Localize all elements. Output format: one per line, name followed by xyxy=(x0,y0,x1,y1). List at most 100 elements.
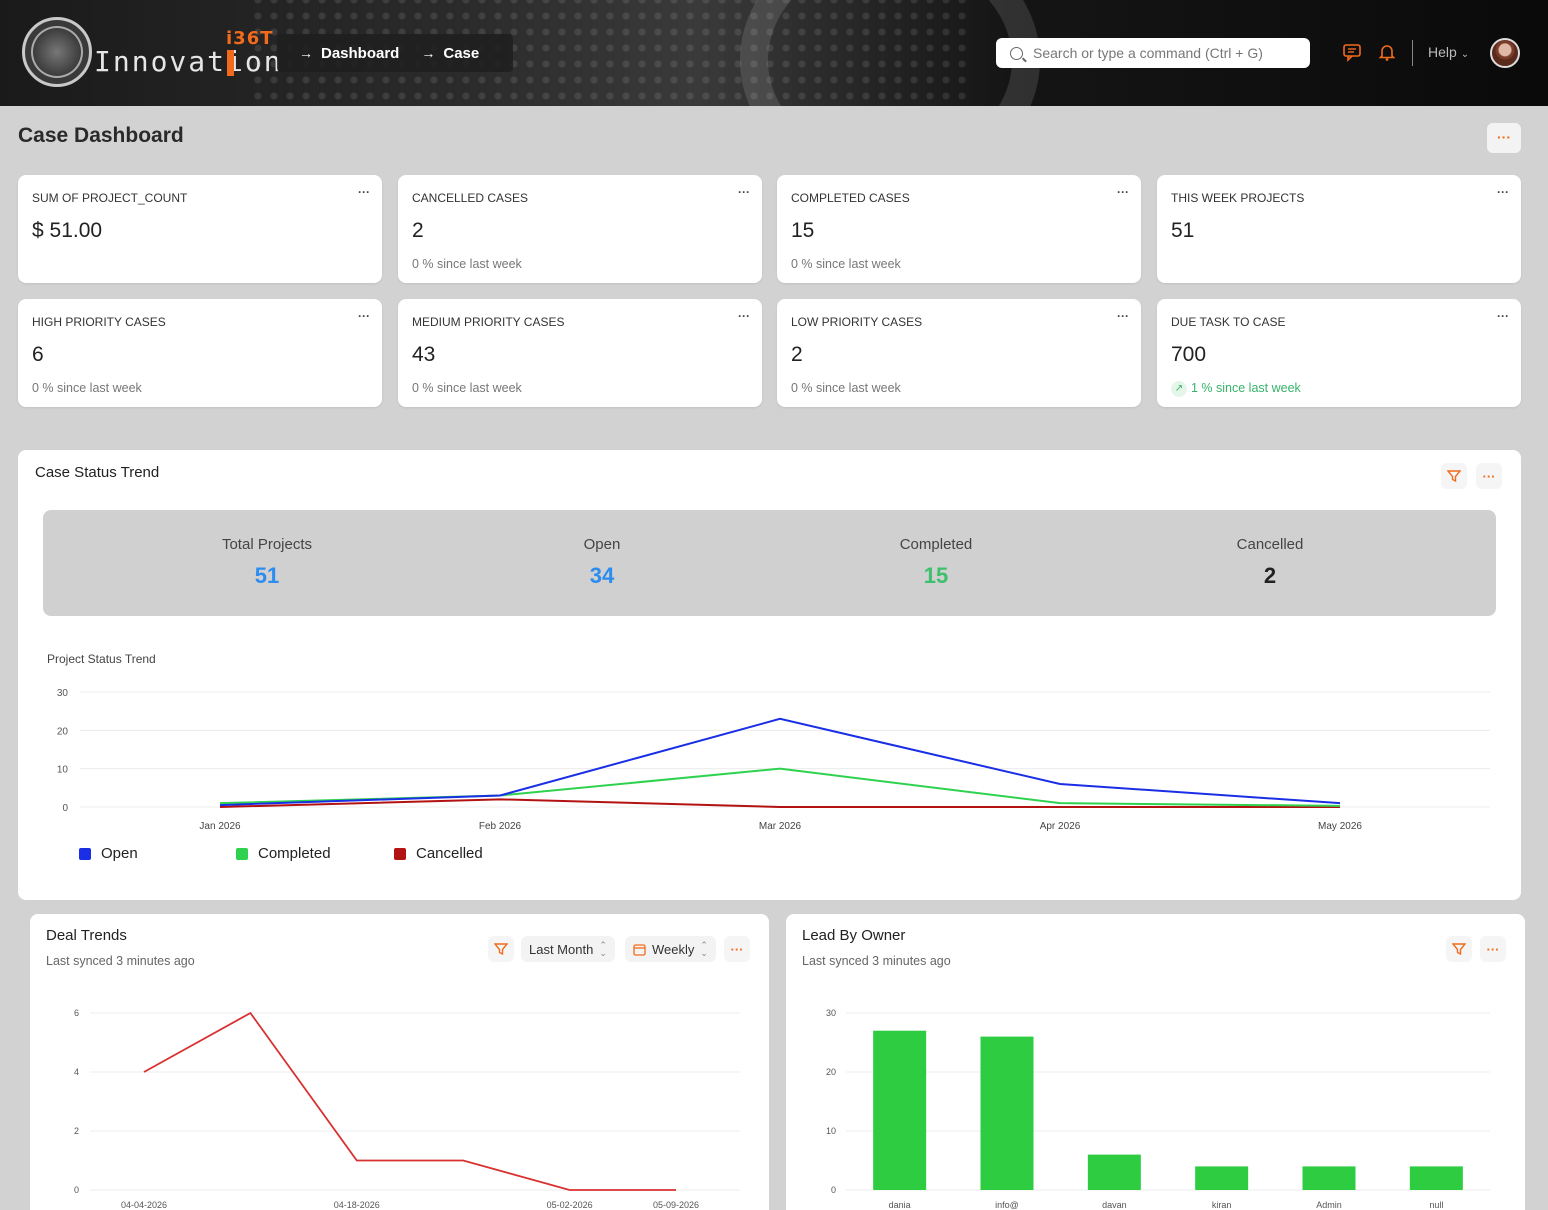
kpi-delta-text: 1 % since last week xyxy=(1191,381,1301,395)
page-title: Case Dashboard xyxy=(18,124,184,147)
bar-info@ xyxy=(980,1036,1034,1190)
kpi-delta: ↗ 1 % since last week xyxy=(1171,381,1301,397)
legend-cancelled[interactable]: Cancelled xyxy=(394,845,483,862)
filter-button[interactable] xyxy=(488,936,514,962)
y-tick-label: 10 xyxy=(57,765,69,776)
kpi-delta: 0 % since last week xyxy=(32,381,142,395)
breadcrumb-case[interactable]: → Case xyxy=(421,45,479,62)
granularity-select-value: Weekly xyxy=(652,941,695,957)
kpi-card-completed: COMPLETED CASES ··· 15 0 % since last we… xyxy=(777,175,1141,283)
trend-up-icon: ↗ xyxy=(1171,381,1187,397)
search-icon xyxy=(1010,46,1023,60)
avatar[interactable] xyxy=(1490,38,1520,68)
more-icon[interactable]: ··· xyxy=(738,185,750,199)
more-icon[interactable]: ··· xyxy=(1117,185,1129,199)
more-icon[interactable]: ··· xyxy=(738,309,750,323)
kpi-title: DUE TASK TO CASE xyxy=(1171,315,1286,329)
more-icon[interactable]: ··· xyxy=(358,185,370,199)
breadcrumb-label: Case xyxy=(443,44,480,62)
arrow-right-icon: → xyxy=(421,45,436,61)
lead-by-owner-subtitle: Last synced 3 minutes ago xyxy=(802,954,951,968)
help-menu[interactable]: Help ⌄ xyxy=(1428,44,1469,60)
more-icon[interactable]: ··· xyxy=(1497,309,1509,323)
kpi-value: 6 xyxy=(32,343,44,366)
x-tick-label: dania xyxy=(889,1200,911,1210)
breadcrumb: → Dashboard → Case xyxy=(277,34,513,72)
help-label: Help xyxy=(1428,44,1457,60)
kpi-title: LOW PRIORITY CASES xyxy=(791,315,923,329)
bar-Admin xyxy=(1302,1166,1356,1190)
more-button[interactable]: ··· xyxy=(724,936,750,962)
summary-label: Open xyxy=(583,536,621,553)
more-icon[interactable]: ··· xyxy=(358,309,370,323)
more-icon[interactable]: ··· xyxy=(1117,309,1129,323)
summary-label: Total Projects xyxy=(221,536,313,553)
y-tick-label: 20 xyxy=(826,1067,836,1077)
kpi-card-low-priority: LOW PRIORITY CASES ··· 2 0 % since last … xyxy=(777,299,1141,407)
y-tick-label: 0 xyxy=(831,1185,836,1195)
deal-trends-chart: 0 2 4 6 04-04-2026 04-18-2026 05-02-2026 05-09-… xyxy=(74,1008,740,1210)
bar-kiran xyxy=(1195,1166,1249,1190)
kpi-title: CANCELLED CASES xyxy=(412,191,529,205)
summary-label: Cancelled xyxy=(1236,536,1304,553)
more-button[interactable]: ··· xyxy=(1480,936,1506,962)
header-divider xyxy=(1412,40,1413,66)
case-status-title: Case Status Trend xyxy=(35,464,160,481)
calendar-icon xyxy=(633,943,646,956)
filter-button[interactable] xyxy=(1446,936,1472,962)
summary-open: Open 34 xyxy=(502,536,702,589)
breadcrumb-dashboard[interactable]: → Dashboard xyxy=(299,45,399,62)
x-tick-label: kiran xyxy=(1212,1200,1232,1210)
x-tick-label: info@ xyxy=(995,1200,1019,1210)
legend-swatch xyxy=(79,847,91,860)
x-tick-label: 05-09-2026 xyxy=(653,1200,699,1210)
kpi-title: SUM OF PROJECT_COUNT xyxy=(32,191,188,205)
y-tick-label: 6 xyxy=(74,1008,79,1018)
kpi-card-high-priority: HIGH PRIORITY CASES ··· 6 0 % since last… xyxy=(18,299,382,407)
bar-dania xyxy=(873,1030,927,1190)
period-select-value: Last Month xyxy=(529,941,594,957)
x-tick-label: Admin xyxy=(1316,1200,1342,1210)
page-more-button[interactable]: ··· xyxy=(1487,123,1521,153)
y-tick-label: 4 xyxy=(74,1067,79,1077)
filter-icon xyxy=(1452,943,1466,956)
y-tick-label: 30 xyxy=(57,688,69,699)
lead-by-owner-title: Lead By Owner xyxy=(802,927,906,944)
deal-trend-line xyxy=(143,1011,676,1191)
sort-icon: ⌃ ⌄ xyxy=(599,940,607,958)
series-line-cancelled xyxy=(219,798,1340,808)
filter-button[interactable] xyxy=(1441,463,1467,489)
legend-open[interactable]: Open xyxy=(79,845,138,862)
bell-icon[interactable] xyxy=(1376,42,1398,64)
kpi-delta: 0 % since last week xyxy=(791,257,901,271)
arrow-right-icon: → xyxy=(299,45,313,61)
granularity-select[interactable]: Weekly ⌃ ⌄ xyxy=(625,936,716,962)
series-line-open xyxy=(219,717,1341,807)
summary-value: 34 xyxy=(589,563,615,588)
kpi-title: THIS WEEK PROJECTS xyxy=(1171,191,1305,205)
period-select[interactable]: Last Month ⌃ ⌄ xyxy=(521,936,615,962)
summary-value: 2 xyxy=(1263,563,1277,588)
legend-swatch xyxy=(236,847,248,860)
x-tick-label: Jan 2026 xyxy=(199,821,241,832)
legend-label: Open xyxy=(101,845,138,862)
summary-cancelled: Cancelled 2 xyxy=(1170,536,1370,589)
more-icon[interactable]: ··· xyxy=(1497,185,1509,199)
kpi-card-due-task: DUE TASK TO CASE ··· 700 ↗ 1 % since last… xyxy=(1157,299,1521,407)
legend-completed[interactable]: Completed xyxy=(236,845,331,862)
kpi-card-project-count: SUM OF PROJECT_COUNT ··· $ 51.00 xyxy=(18,175,382,283)
logo-seal-icon[interactable] xyxy=(22,17,92,87)
kpi-delta: 0 % since last week xyxy=(791,381,901,395)
summary-value: 15 xyxy=(923,563,949,588)
chat-icon[interactable] xyxy=(1341,42,1363,64)
trend-chart-title: Project Status Trend xyxy=(47,652,156,666)
search-input[interactable] xyxy=(1033,45,1303,61)
chevron-down-icon: ⌄ xyxy=(1460,49,1470,60)
header-pattern-ring xyxy=(740,0,1040,106)
search-bar[interactable] xyxy=(996,38,1310,68)
kpi-card-this-week: THIS WEEK PROJECTS ··· 51 xyxy=(1157,175,1521,283)
more-button[interactable]: ··· xyxy=(1476,463,1502,489)
kpi-value: 2 xyxy=(412,219,424,242)
legend-swatch xyxy=(394,847,406,860)
deal-trends-title: Deal Trends xyxy=(46,927,127,944)
